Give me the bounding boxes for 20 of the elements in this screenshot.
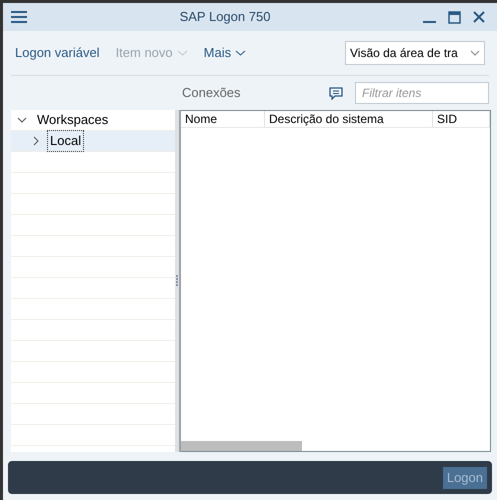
toolbar-link[interactable]: Logon variável xyxy=(15,43,100,63)
menu-button[interactable]: Mais xyxy=(204,43,246,63)
column-header[interactable]: Descrição do sistema xyxy=(265,111,433,127)
chevron-down-icon xyxy=(176,50,188,56)
chevron-down-icon xyxy=(17,117,27,123)
view-dropdown[interactable]: Visão da área de tra xyxy=(345,41,485,65)
close-icon[interactable] xyxy=(473,11,485,23)
maximize-icon[interactable] xyxy=(448,10,461,24)
comment-icon[interactable] xyxy=(329,86,343,100)
window-title: SAP Logon 750 xyxy=(180,9,270,24)
filter-field[interactable]: Filtrar itens xyxy=(355,82,489,104)
scrollbar-thumb[interactable] xyxy=(181,441,302,451)
connections-label: Conexões xyxy=(182,84,242,102)
chevron-down-icon xyxy=(470,50,480,56)
menu-icon[interactable] xyxy=(11,11,27,23)
chevron-down-icon xyxy=(235,50,246,56)
tree-item[interactable]: Local xyxy=(11,131,175,152)
chevron-right-icon xyxy=(33,136,39,146)
column-header[interactable]: SID xyxy=(433,111,490,127)
column-header[interactable]: Nome xyxy=(181,111,265,127)
